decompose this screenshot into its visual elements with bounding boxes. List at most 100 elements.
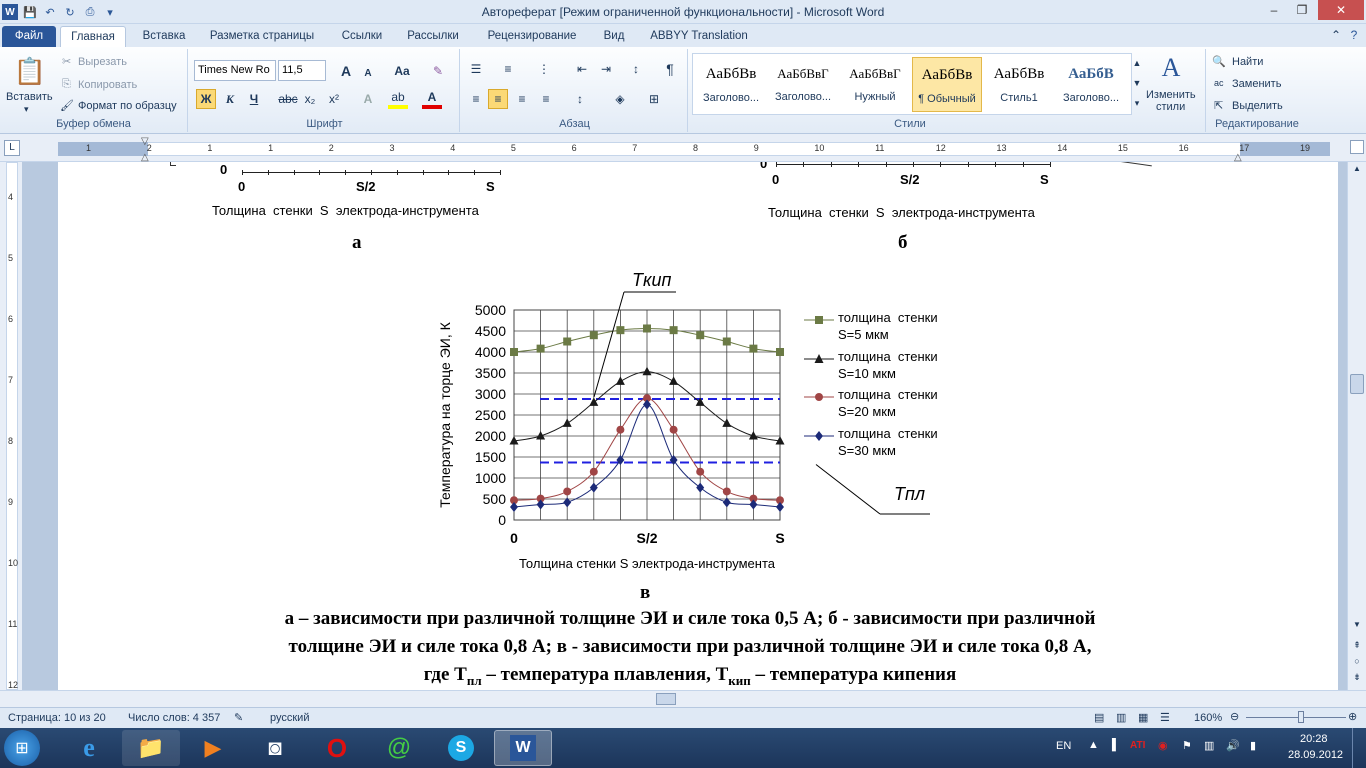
language[interactable]: русский: [270, 712, 309, 724]
network-icon[interactable]: ▥: [1204, 739, 1214, 752]
bold-button[interactable]: Ж: [196, 89, 216, 109]
media-player-icon[interactable]: ▶: [184, 730, 242, 766]
numbering-icon[interactable]: ≡: [498, 59, 518, 79]
style-heading1[interactable]: АаБбВв Заголово...: [696, 57, 766, 112]
change-styles-label[interactable]: Изменить: [1146, 89, 1196, 101]
bullets-icon[interactable]: ☰: [466, 59, 486, 79]
font-family-select[interactable]: Times New Ro: [194, 60, 276, 81]
word-taskbar-icon[interactable]: W: [494, 730, 552, 766]
word-count[interactable]: Число слов: 4 357: [128, 712, 220, 724]
skype-icon[interactable]: S: [432, 730, 490, 766]
help-icon[interactable]: ?: [1344, 25, 1364, 45]
underline-button[interactable]: Ч: [244, 89, 264, 109]
flag-icon[interactable]: ⚑: [1182, 739, 1192, 752]
tab-view[interactable]: Вид: [596, 26, 632, 47]
next-page-icon[interactable]: ⇟: [1350, 672, 1364, 686]
decrease-indent-icon[interactable]: ⇤: [572, 59, 592, 79]
styles-scroll-down-icon[interactable]: ▼: [1130, 73, 1144, 93]
line-spacing-icon[interactable]: ↕: [570, 89, 590, 109]
tab-home[interactable]: Главная: [60, 26, 126, 47]
strikethrough-button[interactable]: abc: [278, 89, 298, 109]
vertical-scrollbar[interactable]: ▲ ▼ ⇞ ○ ⇟: [1347, 162, 1366, 690]
tray-arrow-icon[interactable]: ▲: [1088, 739, 1099, 751]
change-case-button[interactable]: Aa: [392, 61, 412, 81]
app-icon[interactable]: ◙: [246, 730, 304, 766]
ie-icon[interactable]: e: [60, 730, 118, 766]
start-button[interactable]: ⊞: [4, 730, 40, 766]
style-needed[interactable]: АаБбВвГ Нужный: [840, 57, 910, 112]
format-painter-button[interactable]: Формат по образцу: [78, 100, 177, 112]
zoom-level[interactable]: 160%: [1194, 712, 1222, 724]
vertical-ruler[interactable]: 45678910111213: [0, 162, 22, 751]
show-marks-button[interactable]: ¶: [660, 59, 680, 79]
borders-icon[interactable]: ⊞: [644, 89, 664, 109]
tab-selector-icon[interactable]: L: [4, 140, 20, 156]
styles-more-icon[interactable]: ▾: [1130, 93, 1144, 113]
style-normal[interactable]: АаБбВв ¶ Обычный: [912, 57, 982, 112]
zoom-slider-thumb[interactable]: [1298, 711, 1304, 723]
horizontal-ruler[interactable]: L 1 2 1 1 2 3 4 5 6 7 8 9 10 11 12 13 14 15 16 17 19 ▽ △ △: [0, 134, 1366, 163]
icq-icon[interactable]: @: [370, 730, 428, 766]
copy-button[interactable]: Копировать: [78, 79, 137, 91]
outline-view-icon[interactable]: ☰: [1160, 711, 1170, 724]
scroll-up-icon[interactable]: ▲: [1350, 164, 1364, 178]
paste-icon[interactable]: 📋: [12, 53, 48, 89]
tab-mailings[interactable]: Рассылки: [400, 26, 466, 47]
style-heading2[interactable]: АаБбВвГ Заголово...: [768, 57, 838, 112]
replace-button[interactable]: Заменить: [1232, 78, 1281, 90]
clear-formatting-icon[interactable]: ✎: [428, 61, 448, 81]
web-layout-icon[interactable]: ▦: [1138, 711, 1148, 724]
clock-time[interactable]: 20:28: [1300, 733, 1328, 745]
style-heading3[interactable]: АаБбВ Заголово...: [1056, 57, 1126, 112]
italic-button[interactable]: К: [220, 89, 240, 109]
power-icon[interactable]: ▮: [1250, 739, 1256, 752]
prev-page-icon[interactable]: ⇞: [1350, 640, 1364, 654]
tab-abbyy[interactable]: ABBYY Translation: [645, 26, 753, 47]
page[interactable]: 0 0 S/2 S Толщина стенки S электрода-инс…: [58, 162, 1338, 690]
justify-icon[interactable]: ≡: [536, 89, 556, 109]
browse-object-icon[interactable]: ○: [1350, 656, 1364, 670]
tray-icon-1[interactable]: ▐: [1108, 739, 1116, 751]
find-button[interactable]: Найти: [1232, 56, 1263, 68]
scroll-thumb[interactable]: [1350, 374, 1364, 394]
style-1[interactable]: АаБбВв Стиль1: [984, 57, 1054, 112]
minimize-ribbon-icon[interactable]: ⌃: [1326, 25, 1346, 45]
shrink-font-button[interactable]: A: [358, 63, 378, 83]
font-color-icon[interactable]: A: [422, 89, 442, 109]
opera-icon[interactable]: O: [308, 730, 366, 766]
document-area[interactable]: 0 0 S/2 S Толщина стенки S электрода-инс…: [22, 162, 1347, 690]
font-size-select[interactable]: 11,5: [278, 60, 326, 81]
grow-font-button[interactable]: A: [336, 61, 356, 81]
align-right-icon[interactable]: ≡: [512, 89, 532, 109]
view-ruler-icon[interactable]: [1350, 140, 1364, 154]
zoom-slider[interactable]: [1246, 717, 1346, 718]
first-line-indent-icon[interactable]: ▽: [141, 136, 149, 147]
scroll-down-icon[interactable]: ▼: [1350, 620, 1364, 634]
select-button[interactable]: Выделить: [1232, 100, 1283, 112]
multilevel-list-icon[interactable]: ⋮: [534, 59, 554, 79]
tab-review[interactable]: Рецензирование: [478, 26, 586, 47]
zoom-in-icon[interactable]: ⊕: [1348, 710, 1357, 723]
tab-page-layout[interactable]: Разметка страницы: [202, 26, 322, 47]
highlight-icon[interactable]: ab: [388, 89, 408, 109]
clock-date[interactable]: 28.09.2012: [1288, 749, 1343, 761]
align-left-icon[interactable]: ≡: [466, 89, 486, 109]
subscript-button[interactable]: x₂: [300, 89, 320, 109]
shading-icon[interactable]: ◈: [610, 89, 630, 109]
show-desktop-button[interactable]: [1352, 728, 1366, 768]
hscroll-thumb[interactable]: [656, 693, 676, 705]
print-layout-icon[interactable]: ▤: [1094, 711, 1104, 724]
zoom-out-icon[interactable]: ⊖: [1230, 710, 1239, 723]
sort-icon[interactable]: ↕: [626, 59, 646, 79]
page-count[interactable]: Страница: 10 из 20: [8, 712, 106, 724]
superscript-button[interactable]: x²: [324, 89, 344, 109]
spellcheck-icon[interactable]: ✎: [234, 711, 243, 724]
explorer-icon[interactable]: 📁: [122, 730, 180, 766]
change-styles-icon[interactable]: A: [1156, 53, 1186, 83]
ati-icon[interactable]: ATI: [1130, 740, 1145, 751]
minimize-button[interactable]: –: [1260, 0, 1288, 20]
paste-button[interactable]: Вставить: [6, 91, 53, 103]
input-language[interactable]: EN: [1056, 740, 1071, 752]
increase-indent-icon[interactable]: ⇥: [596, 59, 616, 79]
horizontal-scrollbar[interactable]: [0, 690, 1366, 707]
